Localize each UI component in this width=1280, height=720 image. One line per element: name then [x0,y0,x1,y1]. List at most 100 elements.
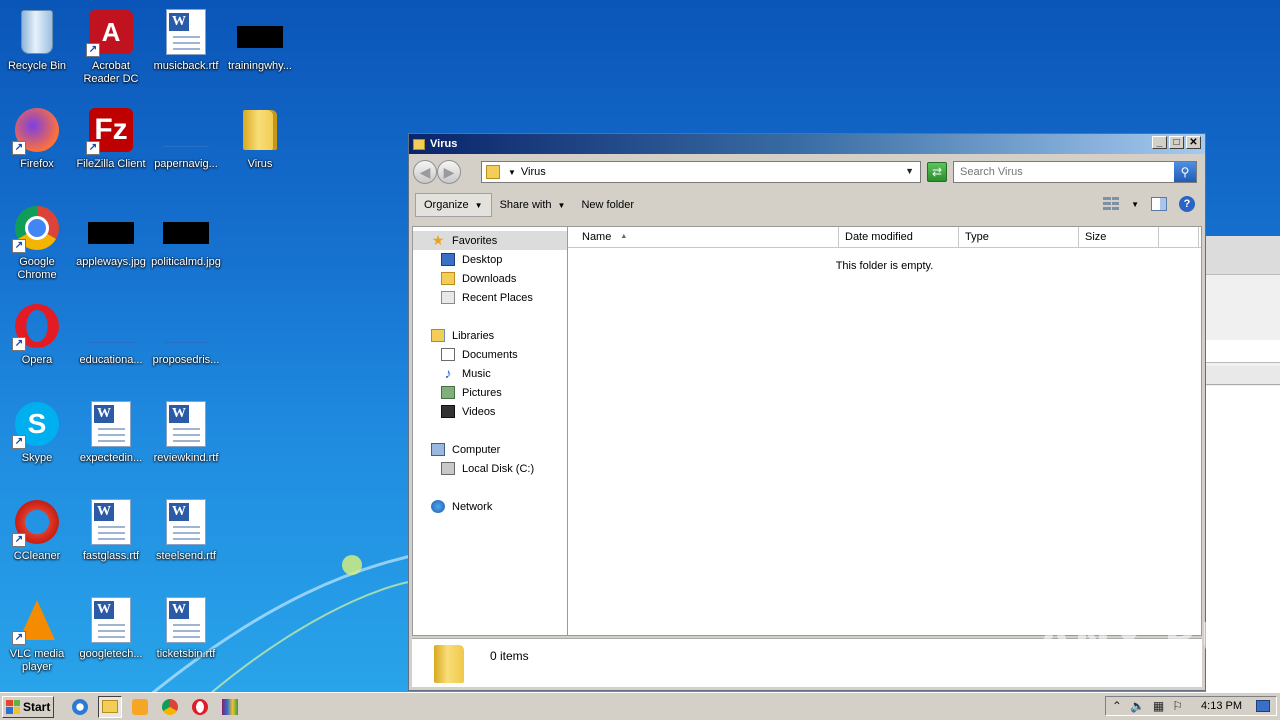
desktop-icon-educationa[interactable]: educationa... [74,298,148,367]
nav-item-network[interactable]: Network [413,497,567,516]
desktop-icon-ticketsbin[interactable]: W ticketsbin.rtf [149,592,223,661]
desktop-icon-reviewkind[interactable]: W reviewkind.rtf [149,396,223,465]
nav-item-downloads[interactable]: Downloads [413,269,567,288]
taskbar-explorer[interactable] [98,695,122,718]
blank-file-icon [88,320,134,343]
desktop-icon-label: Acrobat Reader DC [83,60,139,85]
nav-item-label: Videos [462,405,496,418]
desktop-icon-virus-folder[interactable]: Virus [223,102,297,171]
minimize-button[interactable]: _ [1152,136,1167,149]
share-with-button[interactable]: Share with ▼ [492,194,574,216]
desktop-icon-label: VLC media player [9,648,65,673]
show-hidden-icons-icon[interactable]: ⌃ [1112,699,1122,713]
desktop-icon-steelsend[interactable]: W steelsend.rtf [149,494,223,563]
star-icon: ★ [431,232,445,248]
clock[interactable]: 4:13 PM [1201,700,1242,712]
desktop-icon-firefox[interactable]: ↗ Firefox [0,102,74,171]
pictures-icon [441,386,455,399]
preview-pane-icon[interactable] [1151,197,1167,211]
start-label: Start [23,699,51,714]
desktop-icon-google-chrome[interactable]: ↗ Google Chrome [0,200,74,282]
desktop-icon-appleways[interactable]: appleways.jpg [74,200,148,269]
column-header-size[interactable]: Size [1079,227,1159,247]
address-bar[interactable]: ▼ Virus ▼ [481,161,921,183]
nav-item-label: Downloads [462,272,517,285]
nav-item-recent-places[interactable]: Recent Places [413,288,567,307]
search-input[interactable] [954,165,1162,179]
network-tray-icon[interactable]: ▦ [1153,699,1164,713]
taskbar-media-player[interactable] [128,696,152,718]
chevron-down-icon[interactable]: ▼ [905,166,914,176]
recent-places-icon [441,291,455,304]
search-box[interactable]: ⚲ [953,161,1197,183]
chevron-down-icon[interactable]: ▼ [1131,200,1139,209]
desktop-icon-vlc[interactable]: ↗ VLC media player [0,592,74,674]
media-player-icon [132,698,148,715]
help-icon[interactable]: ? [1179,196,1195,212]
column-header-label: Size [1085,231,1107,243]
desktop-icon-fastglass[interactable]: W fastglass.rtf [74,494,148,563]
item-count: 0 items [490,649,529,663]
nav-item-label: Computer [452,443,501,456]
desktop-icon-ccleaner[interactable]: ↗ CCleaner [0,494,74,563]
nav-item-label: Documents [462,348,518,361]
desktop-icon-googletech[interactable]: W googletech... [74,592,148,661]
nav-item-libraries[interactable]: Libraries [413,326,567,345]
desktop-icon-musicback[interactable]: W musicback.rtf [149,4,223,73]
desktop-icon-trainingwhy[interactable]: trainingwhy... [223,4,297,73]
back-button[interactable]: ◀ [413,160,437,184]
column-header-label: Date modified [845,231,913,243]
taskbar-internet-explorer[interactable] [68,696,92,718]
start-button[interactable]: Start [2,695,54,718]
desktop-icon-label: Recycle Bin [7,60,67,72]
empty-folder-message: This folder is empty. [835,260,934,272]
nav-item-label: Favorites [452,234,498,247]
desktop-icon-acrobat[interactable]: A ↗ Acrobat Reader DC [74,4,148,86]
desktop-icon-label: ticketsbin.rtf [156,648,216,660]
nav-item-computer[interactable]: Computer [413,440,567,459]
desktop-icon-label: educationa... [79,354,143,366]
folder-icon [434,645,464,683]
forward-button[interactable]: ▶ [437,160,461,184]
close-button[interactable]: ✕ [1186,136,1201,149]
system-tray: ⌃ 🔈 ▦ ⚐ 4:13 PM [1104,696,1277,716]
desktop-icon-label: proposedris... [152,354,220,366]
column-header-label: Name [582,231,612,243]
column-header-name[interactable]: Name ▲ [568,227,839,247]
nav-item-local-disk[interactable]: Local Disk (C:) [413,459,567,478]
desktop-icon-proposedris[interactable]: proposedris... [149,298,223,367]
desktop-icon-skype[interactable]: S ↗ Skype [0,396,74,465]
share-with-label: Share with [499,199,552,211]
nav-item-favorites[interactable]: ★ Favorites [413,231,567,250]
address-row: ◀ ▶ ▼ Virus ▼ ⇄ ⚲ [409,154,1205,190]
window-titlebar[interactable]: Virus _ □ ✕ [409,134,1205,154]
taskbar-opera[interactable] [188,696,212,718]
action-center-flag-icon[interactable]: ⚐ [1172,699,1183,713]
nav-item-documents[interactable]: Documents [413,345,567,364]
column-header-spacer [1159,227,1199,247]
taskbar-chrome[interactable] [158,696,182,718]
volume-icon[interactable]: 🔈 [1130,699,1145,713]
change-view-icon[interactable] [1103,197,1120,211]
desktop-icon-papernavig[interactable]: papernavig... [149,102,223,171]
maximize-button[interactable]: □ [1169,136,1184,149]
desktop-icon-politicalmd[interactable]: politicalmd.jpg [149,200,223,269]
search-icon[interactable]: ⚲ [1174,162,1196,182]
folder-icon [413,138,425,150]
desktop-icon-expectedin[interactable]: W expectedin... [74,396,148,465]
show-desktop-icon[interactable] [1256,700,1270,712]
desktop-icon-opera[interactable]: ↗ Opera [0,298,74,367]
new-folder-button[interactable]: New folder [573,194,642,216]
column-header-date-modified[interactable]: Date modified [839,227,959,247]
refresh-button[interactable]: ⇄ [927,162,947,182]
nav-item-music[interactable]: ♪ Music [413,364,567,383]
column-header-type[interactable]: Type [959,227,1079,247]
desktop-icon-filezilla[interactable]: Fz ↗ FileZilla Client [74,102,148,171]
taskbar-winrar[interactable] [218,696,242,718]
nav-item-desktop[interactable]: Desktop [413,250,567,269]
nav-item-pictures[interactable]: Pictures [413,383,567,402]
nav-item-label: Libraries [452,329,495,342]
nav-item-videos[interactable]: Videos [413,402,567,421]
desktop-icon-recycle-bin[interactable]: Recycle Bin [0,4,74,73]
organize-button[interactable]: Organize ▼ [415,193,492,217]
